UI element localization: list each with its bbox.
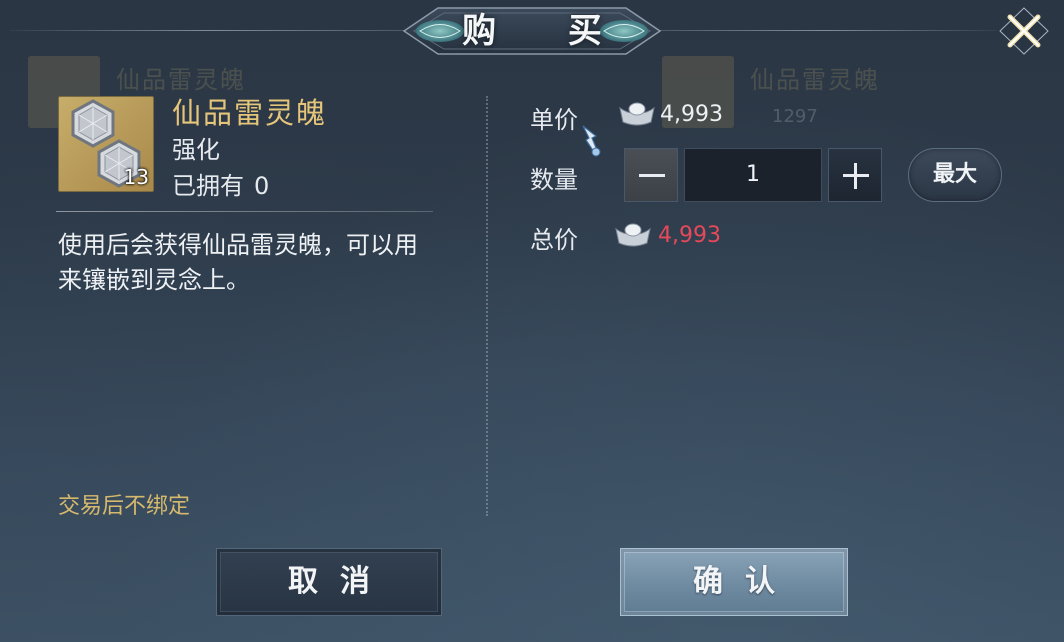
close-button[interactable] xyxy=(996,4,1052,58)
title-plate: 购 买 xyxy=(398,4,666,58)
silver-ingot-icon xyxy=(619,102,655,126)
silver-ingot-icon xyxy=(615,223,651,247)
max-quantity-button[interactable]: 最大 xyxy=(908,148,1002,202)
quantity-decrease-button[interactable] xyxy=(624,148,678,202)
item-icon-frame: 13 xyxy=(58,96,154,192)
confirm-button[interactable]: 确认 xyxy=(620,548,848,616)
bind-status-note: 交易后不绑定 xyxy=(58,494,191,519)
owned-count: 0 xyxy=(254,172,270,200)
quantity-input[interactable]: 1 xyxy=(684,148,822,202)
item-divider xyxy=(56,211,433,212)
total-price-label: 总价 xyxy=(530,226,578,254)
quantity-increase-button[interactable] xyxy=(828,148,882,202)
header-divider-right xyxy=(652,30,997,31)
owned-label: 已拥有 xyxy=(172,172,244,200)
item-type: 强化 xyxy=(172,136,220,164)
pointer-cursor-icon xyxy=(582,125,601,157)
unit-price-label: 单价 xyxy=(530,106,578,134)
cancel-button[interactable]: 取消 xyxy=(216,548,442,616)
header-divider-left xyxy=(10,30,410,31)
unit-price-value: 4,993 xyxy=(660,102,723,127)
panel-divider xyxy=(486,96,488,516)
item-description: 使用后会获得仙品雷灵魄，可以用来镶嵌到灵念上。 xyxy=(58,231,418,294)
item-name: 仙品雷灵魄 xyxy=(172,96,328,130)
total-price-value: 4,993 xyxy=(658,223,721,248)
item-stack-count: 13 xyxy=(123,165,149,189)
item-owned: 已拥有 0 xyxy=(172,166,269,201)
close-icon xyxy=(999,7,1049,55)
background-item-name: 仙品雷灵魄 xyxy=(750,66,880,94)
background-item-price: 1297 xyxy=(772,106,818,127)
dialog-title: 购 买 xyxy=(462,11,632,51)
quantity-label: 数量 xyxy=(530,166,578,194)
